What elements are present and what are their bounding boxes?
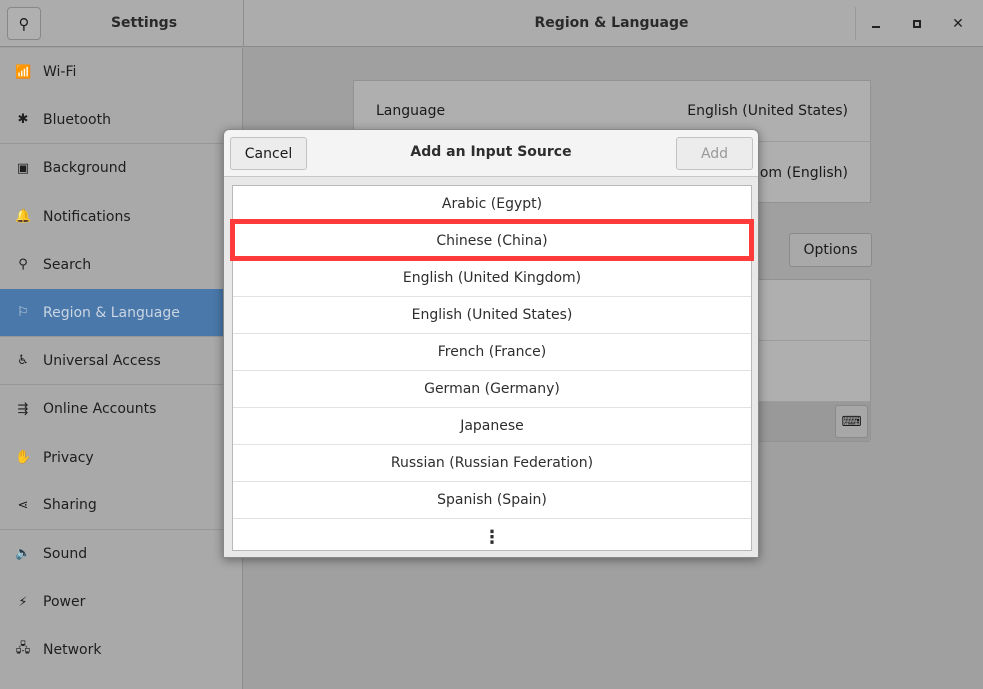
list-item[interactable]: Russian (Russian Federation) xyxy=(233,445,751,482)
sidebar-item-label: Region & Language xyxy=(43,304,180,321)
wifi-icon: 📶 xyxy=(15,64,32,80)
flag-icon: ⚐ xyxy=(17,305,29,321)
more-options-button[interactable]: ⋮ xyxy=(233,519,751,556)
keyboard-layout-button[interactable]: ⌨ xyxy=(835,405,868,438)
list-item[interactable]: Chinese (China) xyxy=(233,223,751,260)
formats-value: dom (English) xyxy=(750,164,848,181)
sidebar-item-label: Search xyxy=(43,256,92,273)
minimize-icon xyxy=(872,26,880,28)
sidebar-item-label: Sound xyxy=(43,545,88,562)
sidebar-item-region-language[interactable]: ⚐ Region & Language xyxy=(0,288,242,338)
hand-icon: ✋ xyxy=(15,450,32,466)
sidebar-item-label: Wi-Fi xyxy=(43,64,77,81)
sidebar-item-label: Background xyxy=(43,160,127,177)
search-button[interactable]: ⚲ xyxy=(7,7,41,40)
close-button[interactable]: ✕ xyxy=(946,12,970,36)
sidebar-item-search[interactable]: ⚲ Search xyxy=(0,241,242,289)
sidebar-item-label: Universal Access xyxy=(43,352,161,369)
sidebar-item-bluetooth[interactable]: ✱ Bluetooth xyxy=(0,96,242,145)
speaker-icon: 🔈 xyxy=(15,546,32,562)
list-item[interactable]: English (United Kingdom) xyxy=(233,260,751,297)
list-item[interactable]: French (France) xyxy=(233,334,751,371)
maximize-button[interactable] xyxy=(905,12,929,36)
add-input-source-dialog: Cancel Add an Input Source Add Arabic (E… xyxy=(223,129,759,558)
sidebar-item-notifications[interactable]: 🔔 Notifications xyxy=(0,193,242,241)
sidebar-item-privacy[interactable]: ✋ Privacy xyxy=(0,434,242,482)
bell-icon: 🔔 xyxy=(15,209,32,225)
options-button[interactable]: Options xyxy=(789,233,872,267)
list-item[interactable]: Arabic (Egypt) xyxy=(233,186,751,223)
language-label: Language xyxy=(376,103,446,119)
minimize-button[interactable] xyxy=(864,12,888,36)
language-value: English (United States) xyxy=(687,103,848,119)
add-label: Add xyxy=(700,145,729,162)
header-bar: ⚲ Settings Region & Language ✕ xyxy=(0,0,983,47)
sidebar-item-label: Notifications xyxy=(43,208,131,225)
sidebar-item-background[interactable]: ▣ Background xyxy=(0,144,242,192)
sidebar-item-label: Online Accounts xyxy=(43,401,157,418)
sidebar-item-online-accounts[interactable]: ⇶ Online Accounts xyxy=(0,385,242,433)
close-icon: ✕ xyxy=(952,16,964,32)
list-item[interactable]: Spanish (Spain) xyxy=(233,482,751,519)
divider xyxy=(855,7,856,40)
sidebar-item-power[interactable]: ⚡ Power xyxy=(0,578,242,626)
sidebar-item-wi-fi[interactable]: 📶 Wi-Fi xyxy=(0,48,242,96)
share-icon: ⋖ xyxy=(17,497,29,513)
list-item[interactable]: English (United States) xyxy=(233,297,751,334)
sidebar-item-label: Bluetooth xyxy=(43,111,111,128)
options-label: Options xyxy=(803,242,858,258)
sidebar-item-universal-access[interactable]: ♿ Universal Access xyxy=(0,337,242,386)
app-title: Settings xyxy=(110,15,178,31)
sidebar-item-network[interactable]: 🖧 Network xyxy=(0,626,242,674)
sidebar: 📶 Wi-Fi ✱ Bluetooth ▣ Background 🔔 Notification… xyxy=(0,48,243,689)
keyboard-icon: ⌨ xyxy=(841,413,862,430)
sidebar-item-label: Power xyxy=(43,594,86,611)
list-item[interactable]: German (Germany) xyxy=(233,371,751,408)
maximize-icon xyxy=(913,20,921,28)
sidebar-item-label: Privacy xyxy=(43,449,94,466)
accessibility-icon: ♿ xyxy=(17,353,29,369)
sidebar-item-label: Network xyxy=(43,642,102,659)
sidebar-item-sharing[interactable]: ⋖ Sharing xyxy=(0,482,242,530)
bluetooth-icon: ✱ xyxy=(17,112,29,128)
search-icon: ⚲ xyxy=(18,14,30,33)
background-icon: ▣ xyxy=(16,160,30,176)
dialog-header: Cancel Add an Input Source Add xyxy=(224,130,758,177)
sidebar-item-label: Sharing xyxy=(43,497,97,514)
power-icon: ⚡ xyxy=(18,594,28,610)
add-button[interactable]: Add xyxy=(676,137,753,170)
online-accounts-icon: ⇶ xyxy=(17,401,29,417)
list-item[interactable]: Japanese xyxy=(233,408,751,445)
network-icon: 🖧 xyxy=(15,641,31,657)
search-icon: ⚲ xyxy=(18,257,28,273)
input-source-list: Arabic (Egypt) Chinese (China) English (Un… xyxy=(232,185,752,551)
sidebar-item-sound[interactable]: 🔈 Sound xyxy=(0,530,242,578)
